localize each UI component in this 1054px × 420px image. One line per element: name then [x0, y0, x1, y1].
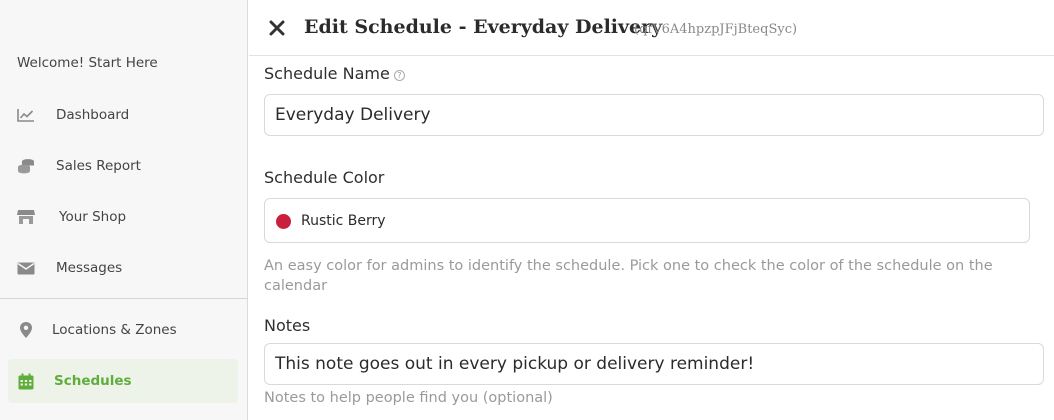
- notes-hint: Notes to help people find you (optional): [264, 390, 553, 406]
- sidebar: Welcome! Start Here Dashboard Sales Repo…: [0, 0, 248, 420]
- schedule-id: (qfV6A4hpzpJFjBteqSyc): [634, 22, 798, 37]
- close-button[interactable]: [265, 16, 289, 40]
- sidebar-item-label: Sales Report: [56, 158, 141, 174]
- schedule-name-input[interactable]: [264, 94, 1044, 136]
- envelope-icon: [16, 258, 36, 278]
- sidebar-item-label: Your Shop: [59, 209, 127, 225]
- map-pin-icon: [16, 320, 36, 340]
- page-title: Edit Schedule - Everyday Delivery: [304, 16, 663, 38]
- schedule-color-label: Schedule Color: [264, 168, 385, 187]
- sidebar-item-your-shop[interactable]: Your Shop: [8, 195, 238, 239]
- chart-line-icon: [16, 105, 36, 125]
- coins-icon: [16, 156, 36, 176]
- schedule-color-hint: An easy color for admins to identify the…: [264, 258, 993, 294]
- color-name: Rustic Berry: [301, 213, 386, 229]
- sidebar-item-sales-report[interactable]: Sales Report: [8, 144, 238, 188]
- sidebar-item-label: Dashboard: [56, 107, 130, 123]
- help-icon[interactable]: ?: [393, 70, 405, 81]
- edit-schedule-header: Edit Schedule - Everyday Delivery (qfV6A…: [249, 0, 1054, 56]
- sidebar-item-schedules[interactable]: Schedules: [8, 359, 238, 403]
- close-icon: [269, 20, 285, 36]
- calendar-icon: [16, 371, 36, 391]
- sidebar-item-label: Schedules: [54, 373, 132, 389]
- color-swatch: [276, 214, 291, 229]
- sidebar-item-messages[interactable]: Messages: [8, 246, 238, 290]
- sidebar-welcome-link[interactable]: Welcome! Start Here: [17, 55, 158, 71]
- sidebar-item-locations-zones[interactable]: Locations & Zones: [8, 308, 238, 352]
- schedule-name-label: Schedule Name?: [264, 64, 405, 83]
- notes-input[interactable]: [264, 343, 1044, 385]
- schedule-color-select[interactable]: Rustic Berry: [264, 198, 1030, 243]
- sidebar-item-dashboard[interactable]: Dashboard: [8, 93, 238, 137]
- sidebar-item-label: Messages: [56, 260, 123, 276]
- notes-label: Notes: [264, 316, 311, 335]
- store-icon: [16, 207, 36, 227]
- sidebar-item-label: Locations & Zones: [52, 322, 177, 338]
- schedule-name-label-text: Schedule Name: [264, 64, 390, 83]
- sidebar-divider: [0, 298, 248, 299]
